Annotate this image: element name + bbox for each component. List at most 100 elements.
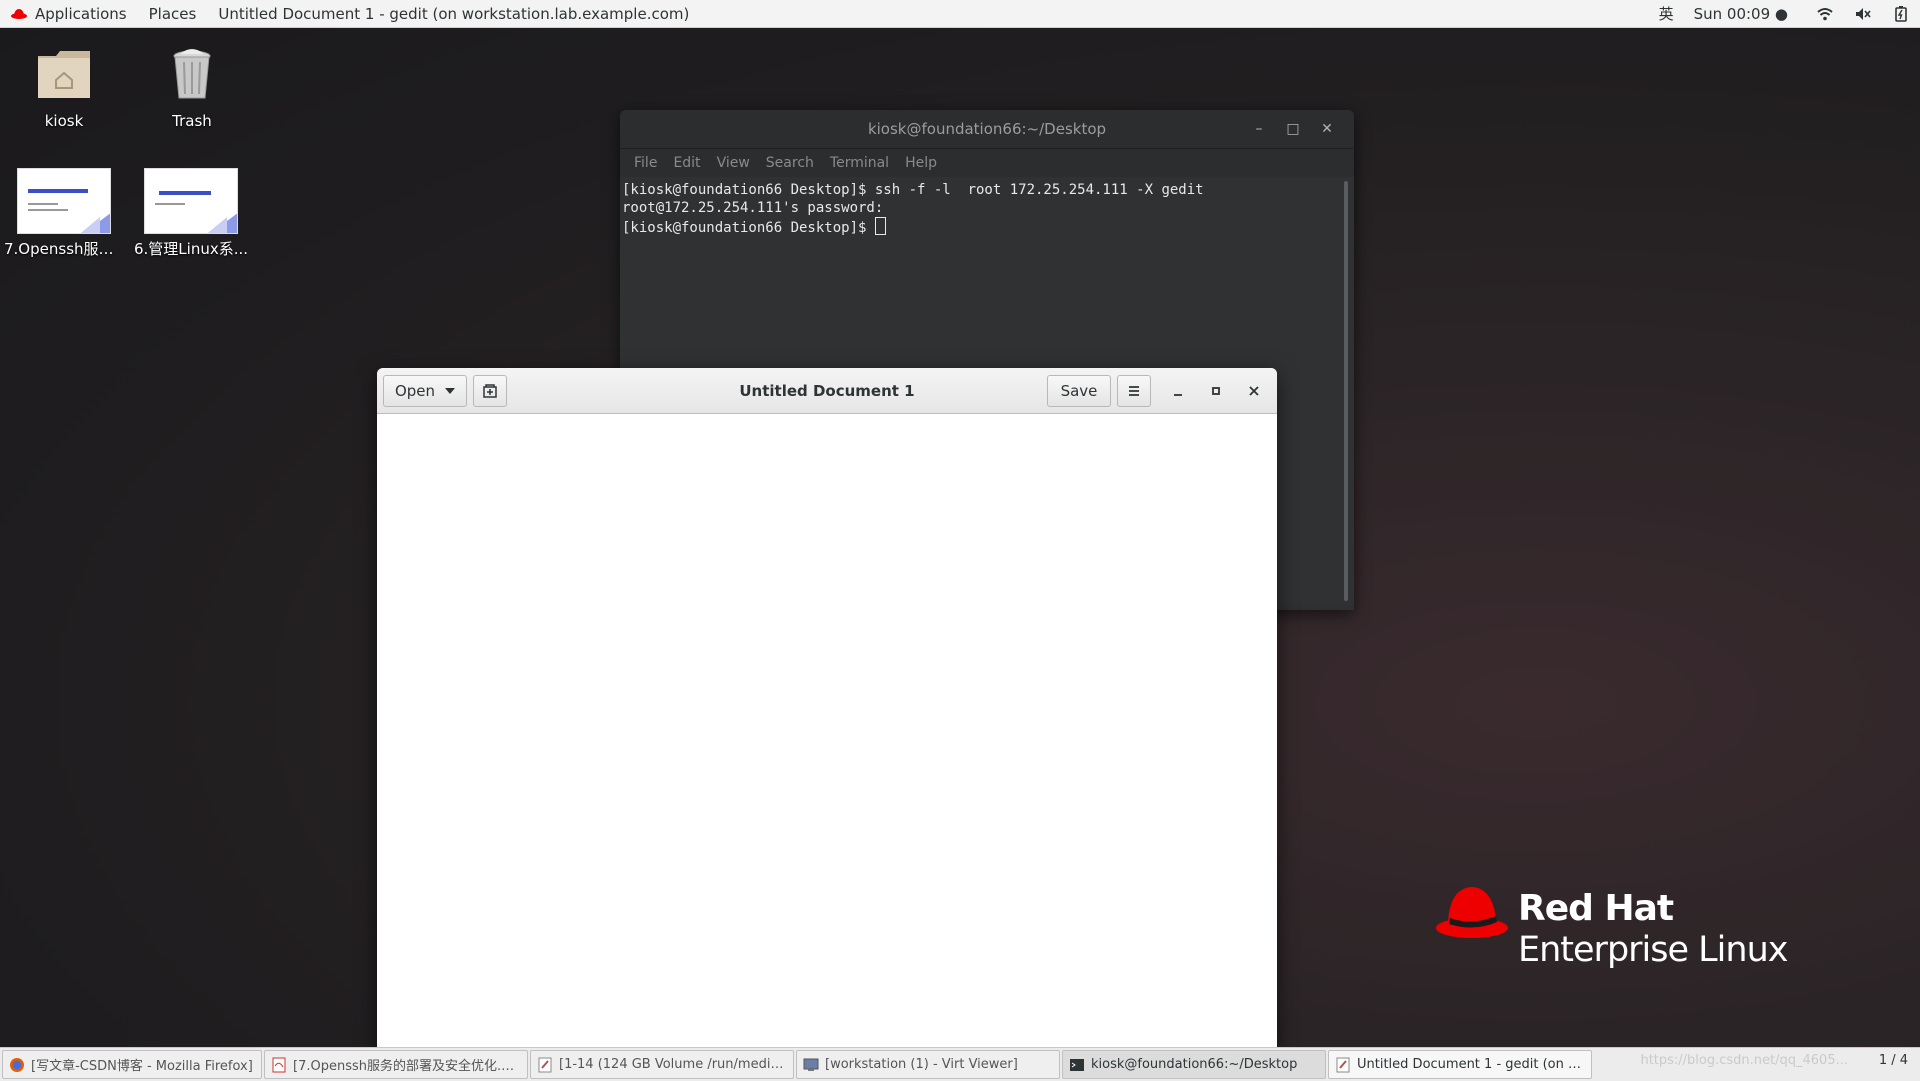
workspace-pager[interactable]: 1 / 4 [1879, 1053, 1908, 1068]
terminal-window-controls: – □ ✕ [1242, 110, 1344, 148]
clock[interactable]: Sun 00:09 ● [1684, 0, 1806, 27]
thumbnail-title-bar [28, 189, 88, 193]
volume-muted-icon[interactable] [1844, 0, 1882, 27]
desktop-icon-trash[interactable]: Trash [132, 44, 252, 130]
text-editor-icon [1336, 1057, 1350, 1072]
taskbar-item-gedit[interactable]: Untitled Document 1 - gedit (on wo... [1328, 1050, 1592, 1079]
save-button[interactable]: Save [1047, 374, 1111, 407]
applications-label: Applications [35, 4, 127, 23]
system-tray: 英 Sun 00:09 ● [1649, 0, 1920, 27]
watermark-url: https://blog.csdn.net/qq_4605... [1640, 1053, 1848, 1068]
taskbar-item-terminal[interactable]: kiosk@foundation66:~/Desktop [1062, 1050, 1326, 1079]
maximize-icon [1212, 386, 1220, 395]
terminal-prompt: [kiosk@foundation66 Desktop]$ [622, 220, 875, 236]
maximize-button[interactable] [1197, 375, 1235, 407]
input-method-indicator[interactable]: 英 [1649, 0, 1684, 27]
taskbar-item-label: [7.Openssh服务的部署及安全优化.pdf] [293, 1059, 521, 1074]
minimize-icon [1174, 393, 1182, 396]
redhat-enterprise-linux-logo: Red Hat Enterprise Linux [1434, 880, 1814, 980]
wifi-icon[interactable] [1806, 0, 1844, 27]
close-button[interactable] [1235, 375, 1273, 407]
pdf-icon [272, 1057, 286, 1072]
active-window-title[interactable]: Untitled Document 1 - gedit (on workstat… [207, 0, 700, 27]
text-cursor [874, 217, 886, 235]
redhat-hat-icon [11, 9, 27, 19]
taskbar-item-pdf[interactable]: [7.Openssh服务的部署及安全优化.pdf] [264, 1050, 528, 1079]
input-method-label: 英 [1658, 5, 1674, 23]
gedit-header-right: Save [1047, 374, 1277, 407]
desktop-icon-openssh-pdf[interactable]: 7.Openssh服务... [4, 168, 124, 259]
top-bar: Applications Places Untitled Document 1 … [0, 0, 1920, 28]
applications-menu[interactable]: Applications [0, 0, 138, 27]
thumbnail-line [155, 203, 185, 205]
terminal-title: kiosk@foundation66:~/Desktop [867, 120, 1107, 138]
minimize-button[interactable] [1159, 375, 1197, 407]
new-tab-icon [483, 383, 497, 398]
taskbar-item-label: Untitled Document 1 - gedit (on wo... [1357, 1057, 1585, 1072]
taskbar-item-virt-viewer[interactable]: [workstation (1) - Virt Viewer] [796, 1050, 1060, 1079]
taskbar-item-label: [写文章-CSDN博客 - Mozilla Firefox] [31, 1059, 253, 1074]
menu-search[interactable]: Search [758, 155, 822, 171]
terminal-icon [1070, 1058, 1084, 1071]
terminal-scrollbar[interactable] [1344, 181, 1348, 601]
clock-label: Sun 00:09 ● [1693, 4, 1788, 23]
battery-icon-glyph [1895, 5, 1907, 22]
chevron-down-icon [445, 387, 456, 394]
menu-file[interactable]: File [626, 155, 665, 171]
open-label: Open [394, 381, 436, 400]
redhat-hat-icon [1436, 887, 1508, 938]
document-thumbnail [144, 168, 238, 234]
desktop-icon-label: 7.Openssh服务... [4, 240, 124, 258]
active-window-title-label: Untitled Document 1 - gedit (on workstat… [218, 4, 690, 23]
logo-line-2: Enterprise Linux [1518, 930, 1788, 970]
desktop-icon-label: kiosk [44, 112, 84, 130]
places-menu[interactable]: Places [138, 0, 208, 27]
desktop-icon-kiosk[interactable]: kiosk [4, 44, 124, 130]
close-button[interactable]: ✕ [1310, 121, 1344, 137]
terminal-prompt-line: [kiosk@foundation66 Desktop]$ [622, 217, 1352, 237]
battery-icon[interactable] [1882, 0, 1920, 27]
taskbar-item-label: kiosk@foundation66:~/Desktop [1091, 1057, 1298, 1072]
thumbnail-title-bar [159, 191, 211, 195]
places-label: Places [148, 4, 197, 23]
home-folder-icon [38, 51, 90, 98]
close-icon [1249, 385, 1259, 396]
menu-terminal[interactable]: Terminal [822, 155, 897, 171]
thumbnail-decoration [203, 217, 227, 233]
menu-view[interactable]: View [709, 155, 758, 171]
wifi-icon-glyph [1817, 7, 1833, 20]
maximize-button[interactable]: □ [1276, 121, 1310, 137]
thumbnail-line [28, 203, 58, 205]
trash-icon [173, 49, 211, 99]
text-editor-area[interactable] [377, 414, 1277, 1048]
save-label: Save [1060, 381, 1098, 400]
hamburger-icon [1129, 385, 1139, 396]
terminal-menubar: File Edit View Search Terminal Help [620, 149, 1354, 177]
window-list-taskbar: [写文章-CSDN博客 - Mozilla Firefox] [7.Openss… [0, 1047, 1920, 1081]
monitor-icon [803, 1058, 819, 1071]
hamburger-menu-button[interactable] [1117, 374, 1151, 407]
taskbar-item-label: [workstation (1) - Virt Viewer] [825, 1057, 1018, 1072]
minimize-button[interactable]: – [1242, 121, 1276, 137]
new-document-button[interactable] [473, 374, 507, 407]
volume-icon-glyph [1856, 7, 1871, 20]
logo-line-1: Red Hat [1518, 888, 1674, 929]
menu-help[interactable]: Help [897, 155, 945, 171]
menu-edit[interactable]: Edit [665, 155, 708, 171]
desktop-icon-label: 6.管理Linux系... [133, 240, 249, 258]
terminal-line: root@172.25.254.111's password: [622, 200, 884, 216]
taskbar-item-editor-volume[interactable]: [1-14 (124 GB Volume /run/media/... [530, 1050, 794, 1079]
thumbnail-decoration [76, 217, 100, 233]
open-button[interactable]: Open [383, 374, 467, 407]
terminal-line: [kiosk@foundation66 Desktop]$ ssh -f -l … [622, 182, 1204, 198]
taskbar-item-label: [1-14 (124 GB Volume /run/media/... [559, 1057, 787, 1072]
gedit-headerbar[interactable]: Untitled Document 1 Open Save [377, 368, 1277, 414]
taskbar-item-firefox[interactable]: [写文章-CSDN博客 - Mozilla Firefox] [2, 1050, 262, 1079]
firefox-icon [10, 1057, 24, 1072]
terminal-titlebar[interactable]: kiosk@foundation66:~/Desktop – □ ✕ [620, 110, 1354, 149]
desktop-icon-linux-pdf[interactable]: 6.管理Linux系... [131, 168, 251, 259]
thumbnail-line [28, 209, 68, 211]
gedit-window[interactable]: Untitled Document 1 Open Save [377, 368, 1277, 1048]
text-editor-icon [538, 1057, 552, 1072]
document-thumbnail [17, 168, 111, 234]
